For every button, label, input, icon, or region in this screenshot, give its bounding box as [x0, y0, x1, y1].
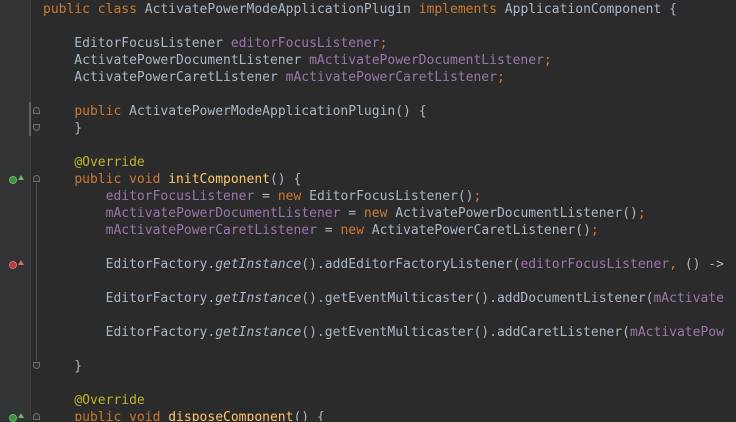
code-token: , [669, 257, 685, 272]
code-token: public [74, 104, 130, 119]
code-token: ActivatePowerModeApplicationPlugin [144, 2, 419, 17]
code-token: @Override [74, 155, 145, 170]
code-line[interactable]: } [43, 358, 82, 375]
navigate-arrow-icon [18, 175, 24, 180]
code-token: () { [269, 172, 302, 187]
code-token: public [43, 2, 98, 17]
code-token: } [43, 359, 83, 374]
implementing-method-icon[interactable] [9, 176, 17, 184]
code-line[interactable]: mActivatePowerDocumentListener = new Act… [43, 205, 646, 222]
code-line[interactable]: public class ActivatePowerModeApplicatio… [43, 1, 677, 18]
code-token: getInstance [215, 291, 302, 306]
code-token: EditorFocusListener [43, 36, 231, 51]
code-token: initComponent [168, 172, 270, 187]
code-token: disposeComponent [168, 410, 294, 421]
code-token: ().getEventMulticaster().addDocumentList… [301, 291, 654, 306]
code-token: ; [543, 53, 552, 68]
code-token: ; [473, 189, 482, 204]
code-token: ApplicationComponent { [504, 2, 677, 17]
code-token: mActivatePowerCaretListener [285, 70, 497, 85]
code-token: editorFocusListener [105, 189, 255, 204]
code-token: ActivatePowerDocumentListener [43, 53, 310, 68]
code-token: ; [496, 70, 505, 85]
code-token: () { [293, 410, 325, 421]
code-token: EditorFactory. [43, 291, 216, 306]
code-editor[interactable]: public class ActivatePowerModeApplicatio… [43, 0, 736, 421]
fold-guide-line [36, 183, 37, 361]
code-token: editorFocusListener [520, 257, 670, 272]
code-token: @Override [74, 393, 145, 408]
code-token: getInstance [215, 325, 302, 340]
code-token: EditorFocusListener() [309, 189, 474, 204]
overriding-method-icon[interactable] [9, 261, 17, 269]
fold-start-icon[interactable] [33, 413, 40, 420]
code-token: new [277, 189, 310, 204]
code-token: editorFocusListener [230, 36, 380, 51]
code-line[interactable]: ActivatePowerCaretListener mActivatePowe… [43, 69, 505, 86]
code-line[interactable]: public void initComponent() { [43, 171, 301, 188]
code-line[interactable]: ActivatePowerDocumentListener mActivateP… [43, 52, 552, 69]
fold-start-icon[interactable] [33, 107, 40, 114]
code-line[interactable]: @Override [43, 392, 145, 409]
code-line[interactable]: public void disposeComponent() { [43, 409, 325, 421]
code-token: ActivatePowerCaretListener [43, 70, 286, 85]
code-token: ActivatePowerDocumentListener() [395, 206, 638, 221]
code-line[interactable]: @Override [43, 154, 145, 171]
code-token: new [363, 206, 396, 221]
code-token: public void [74, 410, 169, 421]
code-line[interactable]: editorFocusListener = new EditorFocusLis… [43, 188, 482, 205]
code-token: } [43, 121, 83, 136]
code-token: getInstance [215, 257, 302, 272]
code-token: ; [637, 206, 646, 221]
code-token: new [340, 223, 372, 238]
navigate-arrow-icon [18, 413, 24, 418]
code-line[interactable]: EditorFactory.getInstance().getEventMult… [43, 290, 724, 307]
scope-highlight-bar [29, 102, 31, 136]
editor-gutter[interactable] [0, 0, 30, 421]
code-line[interactable]: EditorFocusListener editorFocusListener; [43, 35, 387, 52]
code-token: mActivatePowerCaretListener [105, 223, 317, 238]
code-line[interactable]: } [43, 120, 82, 137]
code-token: ; [379, 36, 388, 51]
code-token: = [340, 206, 364, 221]
code-token: EditorFactory. [43, 325, 216, 340]
navigate-arrow-icon [18, 260, 24, 265]
code-token: mActivatePow [630, 325, 724, 340]
code-token: ; [590, 223, 599, 238]
code-token: ActivatePowerModeApplicationPlugin() { [129, 104, 427, 119]
code-token: mActivate [653, 291, 724, 306]
code-token: ActivatePowerCaretListener() [371, 223, 591, 238]
code-token: = [316, 223, 341, 238]
code-line[interactable]: mActivatePowerCaretListener = new Activa… [43, 222, 599, 239]
code-token: () -> [684, 257, 724, 272]
code-token: EditorFactory. [43, 257, 216, 272]
code-line[interactable]: EditorFactory.getInstance().getEventMult… [43, 324, 724, 341]
fold-end-icon[interactable] [33, 362, 40, 369]
fold-end-icon[interactable] [33, 124, 40, 131]
code-token: mActivatePowerDocumentListener [309, 53, 544, 68]
code-token: mActivatePowerDocumentListener [105, 206, 341, 221]
code-token: ().getEventMulticaster().addCaretListene… [301, 325, 631, 340]
code-token: ().addEditorFactoryListener( [301, 257, 521, 272]
gutter-separator [30, 0, 31, 421]
fold-start-icon[interactable] [33, 175, 40, 182]
code-token: public void [74, 172, 169, 187]
code-line[interactable]: public ActivatePowerModeApplicationPlugi… [43, 103, 427, 120]
code-token: class [97, 2, 145, 17]
code-line[interactable]: EditorFactory.getInstance().addEditorFac… [43, 256, 724, 273]
code-token: implements [418, 2, 505, 17]
code-token: = [254, 189, 278, 204]
